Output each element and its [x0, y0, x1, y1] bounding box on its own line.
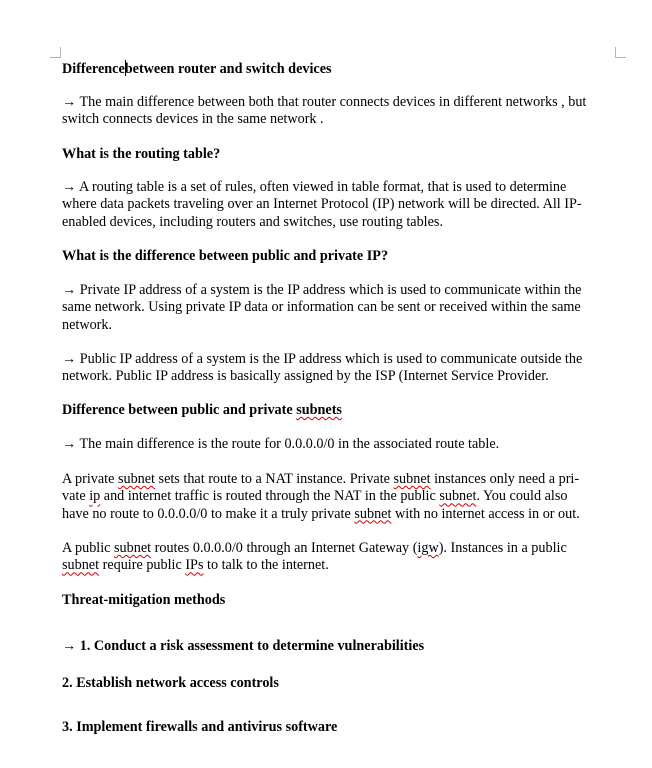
paragraph-line: vate ip and internet traffic is routed t… — [62, 488, 622, 505]
paragraph-private-subnet: A private subnet sets that route to a NA… — [62, 471, 622, 523]
text-run: have no route to 0.0.0.0/0 to make it a … — [62, 505, 355, 522]
paragraph-routing-table: → A routing table is a set of rules, oft… — [62, 179, 622, 231]
paragraph-line: → A routing table is a set of rules, oft… — [62, 179, 567, 195]
text-run: ). Instances in a public — [438, 540, 567, 556]
text-run: instances only need a pri- — [430, 471, 580, 487]
spellcheck-word[interactable]: subnets — [296, 402, 342, 418]
text-run: vate — [62, 488, 90, 505]
text-run: require public — [99, 557, 186, 574]
paragraph-line: where data packets traveling over an Int… — [62, 196, 582, 213]
heading-router-vs-switch: Differencebetween router and switch devi… — [62, 60, 622, 78]
paragraph-line: A public subnet routes 0.0.0.0/0 through… — [62, 540, 622, 557]
paragraph-router-vs-switch: → The main difference between both that … — [62, 94, 622, 129]
text-run: and internet traffic is routed through t… — [100, 488, 440, 505]
paragraph-public-ip: → Public IP address of a system is the I… — [62, 351, 622, 386]
text-run: A public — [62, 540, 115, 556]
paragraph-line: → Public IP address of a system is the I… — [62, 351, 583, 367]
paragraph-line: network. — [62, 316, 113, 333]
paragraph-line: → The main difference between both that … — [62, 94, 587, 110]
paragraph-line: network. Public IP address is basically … — [62, 368, 549, 385]
list-item-access-controls: 2. Establish network access controls — [62, 675, 279, 691]
spellcheck-word[interactable]: subnet — [62, 557, 99, 573]
spellcheck-word[interactable]: subnet — [394, 471, 431, 487]
spellcheck-word[interactable]: subnet — [114, 540, 151, 556]
paragraph-line: subnet require public IPs to talk to the… — [62, 557, 622, 574]
spellcheck-word[interactable]: subnet — [118, 471, 155, 487]
text-run: routes 0.0.0.0/0 through an Internet Gat… — [151, 540, 418, 556]
spellcheck-word[interactable]: subnet — [439, 488, 476, 504]
paragraph-line: same network. Using private IP data or i… — [62, 299, 581, 316]
page-margin-corner-top-right — [615, 47, 626, 58]
paragraph-line: A private subnet sets that route to a NA… — [62, 471, 622, 488]
heading-routing-table: What is the routing table? — [62, 146, 221, 162]
heading-text: Difference between public and private — [62, 402, 297, 418]
spellcheck-word[interactable]: IPs — [185, 557, 203, 573]
heading-public-private-subnets: Difference between public and private su… — [62, 402, 622, 419]
text-run: with no internet access in or out. — [391, 505, 580, 522]
paragraph-route-difference: → The main difference is the route for 0… — [62, 436, 500, 452]
heading-text: between router and switch devices — [124, 61, 332, 77]
paragraph-public-subnet: A public subnet routes 0.0.0.0/0 through… — [62, 540, 622, 575]
list-item-firewalls-antivirus: 3. Implement firewalls and antivirus sof… — [62, 719, 338, 735]
spellcheck-word[interactable]: ip — [89, 488, 100, 504]
page-margin-corner-top-left — [50, 47, 61, 58]
spellcheck-word[interactable]: subnet — [354, 506, 391, 522]
list-item-risk-assessment: → 1. Conduct a risk assessment to determ… — [62, 638, 425, 654]
paragraph-line: switch connects devices in the same netw… — [62, 111, 324, 128]
paragraph-line: → Private IP address of a system is the … — [62, 282, 582, 298]
text-run: to talk to the internet. — [203, 557, 329, 574]
text-run: sets that route to a NAT instance. Priva… — [155, 471, 394, 487]
paragraph-line: enabled devices, including routers and s… — [62, 213, 443, 230]
paragraph-private-ip: → Private IP address of a system is the … — [62, 282, 622, 334]
heading-threat-mitigation: Threat-mitigation methods — [62, 592, 226, 608]
text-run: . You could also — [476, 488, 568, 505]
heading-public-private-ip: What is the difference between public an… — [62, 248, 389, 264]
heading-text: Difference — [62, 61, 125, 77]
spellcheck-word[interactable]: igw — [417, 540, 438, 556]
paragraph-line: have no route to 0.0.0.0/0 to make it a … — [62, 506, 622, 523]
text-run: A private — [62, 471, 118, 487]
